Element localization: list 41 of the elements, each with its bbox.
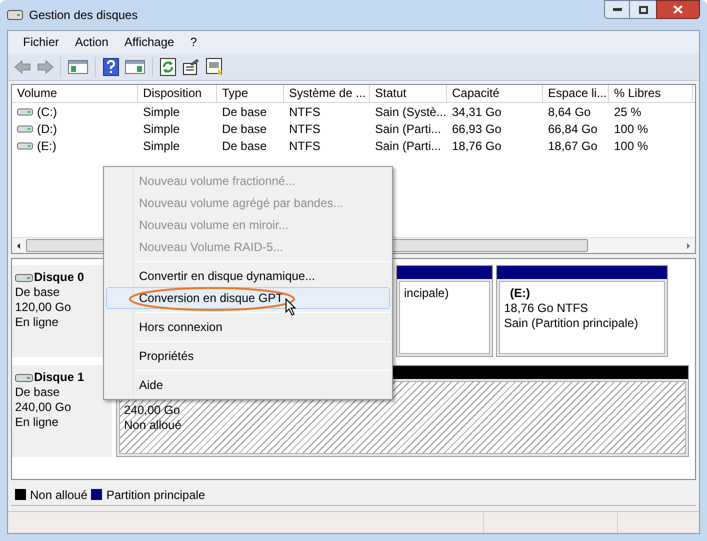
disk-info: 240,00 Go bbox=[15, 400, 72, 415]
table-cell-text: (E:) bbox=[37, 138, 56, 154]
table-cell-text: De base bbox=[222, 104, 267, 120]
disk-info: En ligne bbox=[15, 315, 60, 330]
disk-info: De base bbox=[15, 385, 61, 400]
legend-label: Non alloué bbox=[30, 486, 88, 504]
table-cell-text: De base bbox=[222, 120, 267, 138]
table-cell-text: Sain (Parti... bbox=[375, 120, 442, 138]
table-cell-text: Sain (Systè... bbox=[375, 104, 446, 120]
partition-text: Non alloué bbox=[124, 418, 182, 433]
table-cell-text: NTFS bbox=[289, 120, 320, 138]
disk-info: 120,00 Go bbox=[15, 300, 72, 315]
table-cell-text: 8,64 Go bbox=[548, 104, 591, 120]
disk-name: Disque 0 bbox=[34, 270, 84, 285]
table-cell-text: 34,31 Go bbox=[452, 104, 502, 120]
disk-info: En ligne bbox=[15, 415, 60, 430]
table-cell-text: Sain (Parti... bbox=[375, 138, 442, 154]
table-cell-text: (D:) bbox=[37, 120, 57, 138]
partition-text: incipale) bbox=[404, 286, 450, 301]
table-cell-text: 66,93 Go bbox=[452, 120, 502, 138]
table-cell-text: NTFS bbox=[289, 104, 320, 120]
partition-title: (E:) bbox=[509, 286, 531, 301]
table-cell-text: 25 % bbox=[614, 104, 642, 120]
partition-text: 240,00 Go bbox=[124, 403, 182, 418]
partition-text: 18,76 Go NTFS bbox=[504, 301, 590, 316]
table-cell-text: NTFS bbox=[289, 138, 320, 154]
table-cell-text: (C:) bbox=[37, 104, 57, 120]
window-title: Gestion des disques bbox=[29, 7, 138, 24]
table-cell-text: De base bbox=[222, 138, 267, 154]
table-cell-text: Simple bbox=[143, 120, 180, 138]
table-cell-text: 66,84 Go bbox=[548, 120, 598, 138]
table-cell-text: 18,76 Go bbox=[452, 138, 502, 154]
table-cell-text: 18,67 Go bbox=[548, 138, 598, 154]
table-cell-text: 100 % bbox=[614, 120, 648, 138]
table-cell-text: Simple bbox=[143, 104, 180, 120]
partition-text: Sain (Partition principale) bbox=[504, 316, 640, 331]
table-cell-text: 100 % bbox=[614, 138, 648, 154]
table-cell-text: Simple bbox=[143, 138, 180, 154]
disk-name: Disque 1 bbox=[34, 370, 84, 385]
disk-info: De base bbox=[15, 285, 61, 300]
legend-label: Partition principale bbox=[106, 486, 206, 504]
